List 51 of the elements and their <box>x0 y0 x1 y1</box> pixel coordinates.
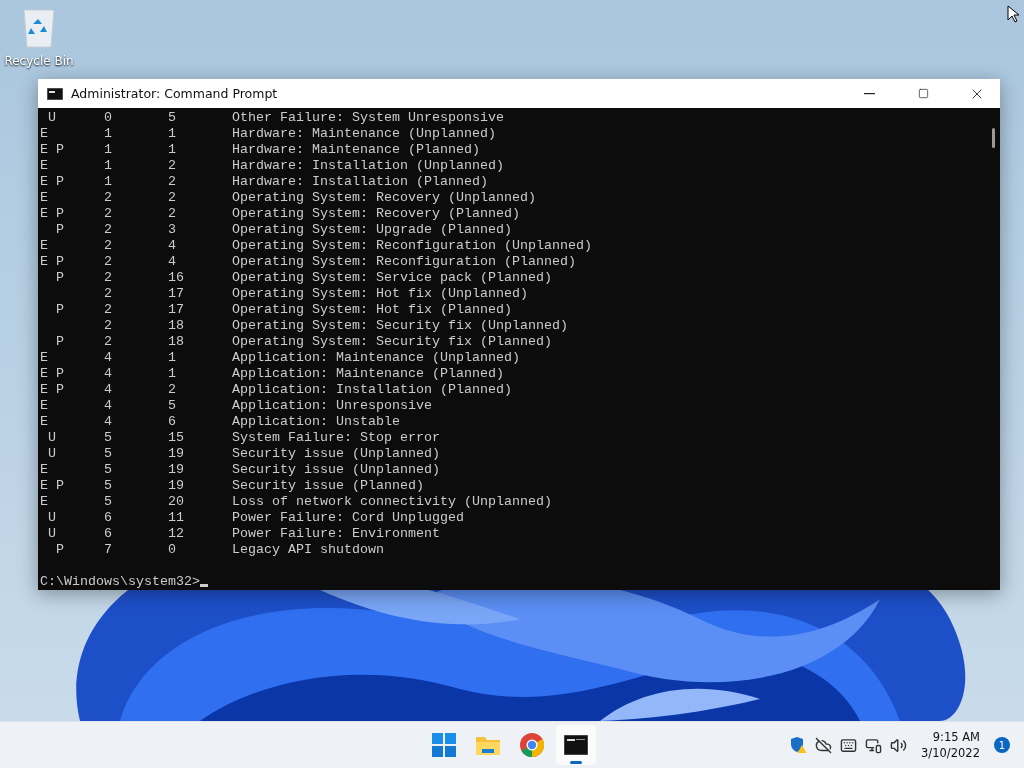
console-line: E 2 4 Operating System: Reconfiguration (Unplanned) <box>40 238 593 254</box>
console-line: E 1 2 Hardware: Installation (Unplanned) <box>40 158 505 174</box>
console-line: E P 4 2 Application: Installation (Planned) <box>40 382 513 398</box>
recycle-bin-icon[interactable] <box>22 8 56 48</box>
clock-date: 3/10/2022 <box>921 745 980 761</box>
browser-icon <box>520 733 544 757</box>
terminal-icon <box>564 735 588 755</box>
console-line: P 2 18 Operating System: Security fix (Planned) <box>55 334 553 350</box>
cloud-off-icon[interactable] <box>815 736 833 754</box>
console-line: U 5 19 Security issue (Unplanned) <box>47 446 441 462</box>
console-line: 2 18 Operating System: Security fix (Unplanned) <box>103 318 569 334</box>
console-line: E P 1 2 Hardware: Installation (Planned) <box>40 174 489 190</box>
clock[interactable]: 9:15 AM 3/10/2022 <box>921 729 980 761</box>
notification-badge[interactable]: 1 <box>994 737 1010 753</box>
console-line: E 5 19 Security issue (Unplanned) <box>40 462 441 478</box>
windows-start-icon <box>432 733 456 757</box>
console-line: U 0 5 Other Failure: System Unresponsive <box>47 110 505 126</box>
console-line: 2 17 Operating System: Hot fix (Unplanned) <box>103 286 529 302</box>
console-line: E P 2 2 Operating System: Recovery (Planned) <box>40 206 521 222</box>
window-title: Administrator: Command Prompt <box>71 86 279 101</box>
desktop-icon-label: Recycle Bin <box>4 54 74 68</box>
console-line: U 6 11 Power Failure: Cord Unplugged <box>47 510 465 526</box>
keyboard-icon[interactable] <box>840 736 858 754</box>
console-line: E 4 6 Application: Unstable <box>40 414 401 430</box>
shield-warning-icon[interactable] <box>789 736 808 754</box>
minimize-icon <box>863 92 875 95</box>
maximize-icon <box>917 88 929 99</box>
console-line: U 5 15 System Failure: Stop error <box>47 430 441 446</box>
console-line: E P 2 4 Operating System: Reconfiguration (Planned) <box>40 254 577 270</box>
console-line: E 4 1 Application: Maintenance (Unplanned) <box>40 350 521 366</box>
console-line: E P 1 1 Hardware: Maintenance (Planned) <box>40 142 481 158</box>
terminal-icon <box>47 87 63 100</box>
console-line: E 5 20 Loss of network connectivity (Unplanned) <box>40 494 553 510</box>
console-line: P 7 0 Legacy API shutdown <box>55 542 385 558</box>
console-line: P 2 17 Operating System: Hot fix (Planned) <box>55 302 513 318</box>
console-line: E 4 5 Application: Unresponsive <box>40 398 433 414</box>
scrollbar-thumb[interactable] <box>991 128 995 148</box>
console-line: E P 4 1 Application: Maintenance (Planned) <box>40 366 505 382</box>
volume-icon[interactable] <box>890 736 908 754</box>
folder-icon <box>475 734 501 756</box>
console-line: U 6 12 Power Failure: Environment <box>47 526 441 542</box>
console-line: E 2 2 Operating System: Recovery (Unplanned) <box>40 190 537 206</box>
clock-time: 9:15 AM <box>932 729 980 745</box>
network-icon[interactable] <box>865 736 883 754</box>
taskbar-app-button[interactable] <box>556 725 596 765</box>
console-line: P 2 3 Operating System: Upgrade (Planned) <box>55 222 513 238</box>
console-line: P 2 16 Operating System: Service pack (Planned) <box>55 270 553 286</box>
console-line: E 1 1 Hardware: Maintenance (Unplanned) <box>40 126 497 142</box>
console-line: E P 5 19 Security issue (Planned) <box>40 478 425 494</box>
command-prompt[interactable]: C:\Windows\system32> <box>40 574 986 590</box>
mouse-pointer-icon <box>1007 5 1019 23</box>
